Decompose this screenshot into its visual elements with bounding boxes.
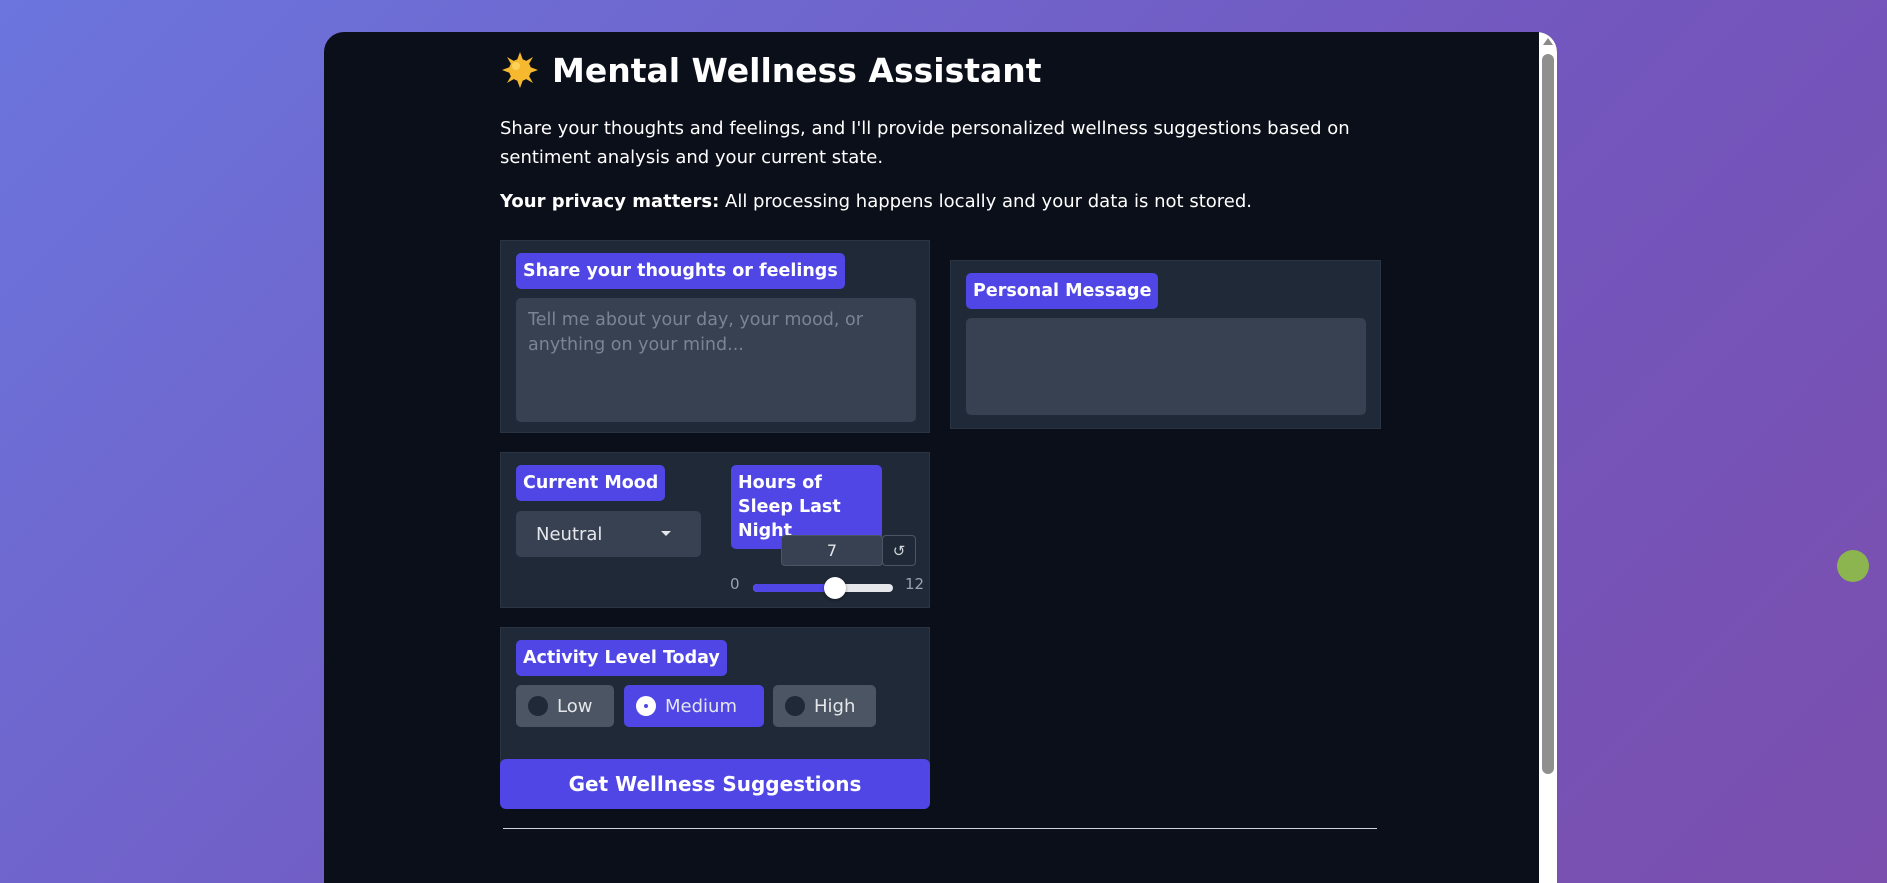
personal-message-output: [966, 318, 1366, 415]
sleep-slider[interactable]: [753, 577, 893, 599]
activity-label: Activity Level Today: [516, 640, 727, 676]
page-title: Mental Wellness Assistant: [552, 50, 1042, 90]
sun-icon: [502, 52, 538, 88]
header: Mental Wellness Assistant: [500, 50, 1042, 90]
activity-option-medium[interactable]: Medium: [624, 685, 764, 727]
app-panel: Mental Wellness Assistant Share your tho…: [324, 32, 1557, 883]
activity-option-label: Medium: [665, 695, 737, 717]
activity-option-label: High: [814, 695, 856, 717]
scroll-up-arrow-icon[interactable]: [1543, 38, 1553, 45]
privacy-bold: Your privacy matters:: [500, 191, 720, 212]
get-suggestions-button[interactable]: Get Wellness Suggestions: [500, 759, 930, 809]
scrollbar[interactable]: [1539, 32, 1557, 883]
activity-option-label: Low: [557, 695, 593, 717]
privacy-note: Your privacy matters: All processing hap…: [500, 191, 1252, 212]
personal-message-card: Personal Message: [950, 260, 1381, 429]
activity-option-high[interactable]: High: [773, 685, 876, 727]
chevron-down-icon: [661, 531, 671, 536]
main-content: Mental Wellness Assistant Share your tho…: [500, 32, 1382, 883]
sleep-value: 7: [826, 541, 838, 560]
sleep-slider-min: 0: [730, 575, 740, 593]
sleep-slider-fill: [753, 584, 835, 592]
activity-card: Activity Level Today Low Medium High: [500, 627, 930, 770]
activity-option-low[interactable]: Low: [516, 685, 614, 727]
mood-label: Current Mood: [516, 465, 666, 501]
radio-circle-icon: [785, 696, 805, 716]
sleep-number-input[interactable]: 7: [781, 535, 883, 566]
mood-dropdown[interactable]: Neutral: [516, 511, 701, 557]
radio-circle-icon: [528, 696, 548, 716]
scrollbar-thumb[interactable]: [1542, 54, 1554, 774]
sleep-slider-thumb[interactable]: [823, 577, 846, 599]
privacy-text: All processing happens locally and your …: [719, 191, 1252, 212]
thoughts-input[interactable]: [516, 298, 916, 422]
divider: [503, 828, 1377, 829]
reset-icon: ↺: [892, 541, 906, 560]
mood-sleep-card: Current Mood Neutral Hours of Sleep Last…: [500, 452, 930, 608]
personal-message-label: Personal Message: [966, 273, 1159, 309]
radio-selected-icon: [636, 696, 656, 716]
sleep-reset-button[interactable]: ↺: [882, 535, 916, 566]
mood-selected-value: Neutral: [536, 523, 603, 545]
description: Share your thoughts and feelings, and I'…: [500, 118, 1350, 168]
sleep-slider-max: 12: [905, 575, 925, 593]
thoughts-card: Share your thoughts or feelings: [500, 240, 930, 433]
thoughts-label: Share your thoughts or feelings: [516, 253, 845, 289]
floating-action-dot[interactable]: [1837, 550, 1869, 582]
